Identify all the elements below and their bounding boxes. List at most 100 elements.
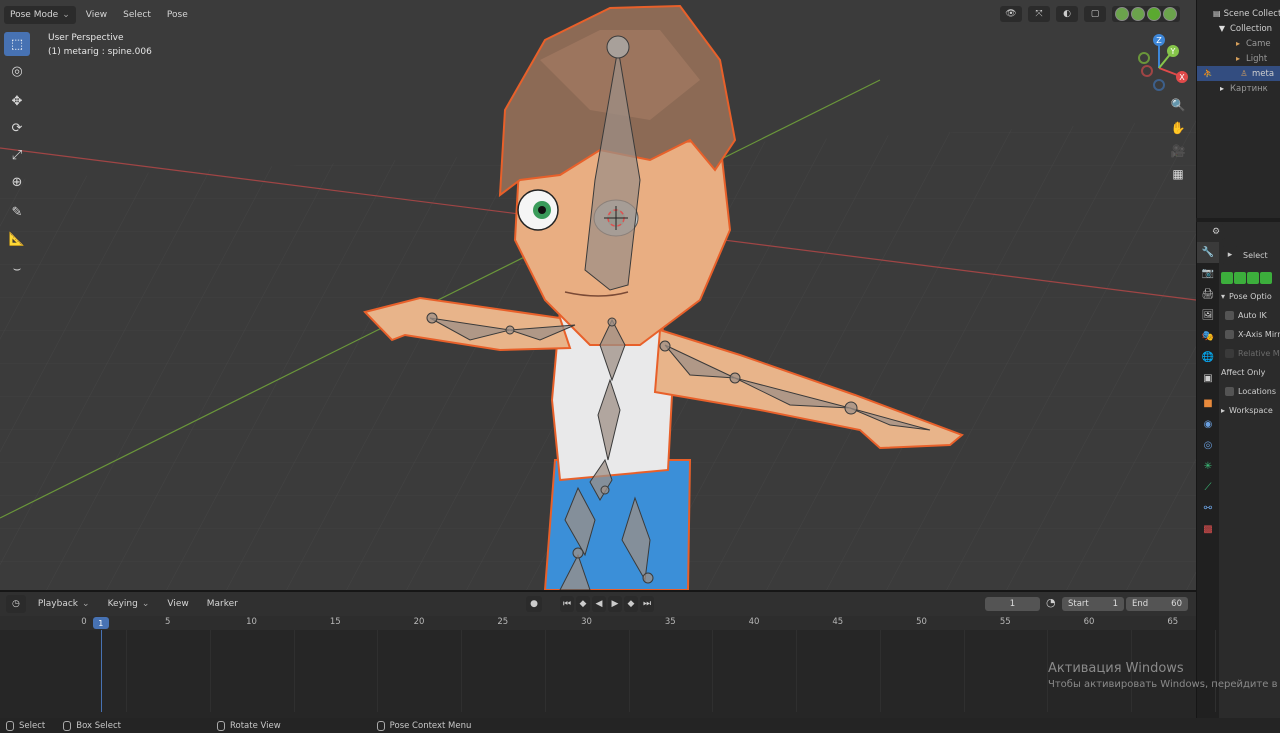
record-icon[interactable]: ● [526, 596, 542, 612]
camera-view-icon[interactable]: 🎥 [1167, 140, 1189, 162]
modifiers-tab-icon[interactable]: ◉ [1197, 414, 1219, 435]
frame-grid-line [461, 630, 462, 712]
frame-tick-label: 30 [581, 617, 592, 627]
relax-icon[interactable]: ⌣ [4, 257, 30, 281]
editor-type-icon[interactable]: ⚙ [1207, 224, 1225, 240]
move-icon[interactable]: ✥ [4, 89, 30, 113]
select-box-icon[interactable]: ⬚ [4, 32, 30, 56]
locations-checkbox[interactable]: Locations [1221, 382, 1280, 401]
outliner-row-images[interactable]: ▸ Картинк [1197, 81, 1280, 96]
xray-icon[interactable]: ▢ [1084, 6, 1106, 22]
end-frame-field[interactable]: End 60 [1126, 597, 1188, 611]
overlay-toggle-icon[interactable]: ◐ [1056, 6, 1078, 22]
prev-keyframe-icon[interactable]: ◆ [576, 596, 590, 612]
outliner-row-label: meta [1252, 68, 1275, 79]
wireframe-shading-icon[interactable] [1115, 7, 1129, 21]
measure-icon[interactable]: 📐 [4, 227, 30, 251]
auto-ik-checkbox[interactable]: Auto IK [1221, 306, 1280, 325]
outliner-row-metarig[interactable]: ⛹ ♙ meta [1197, 66, 1280, 81]
physics-tab-icon[interactable]: ◎ [1197, 435, 1219, 456]
output-tab-icon[interactable]: 🖨 [1197, 284, 1219, 305]
annotate-icon[interactable]: ✎ [4, 200, 30, 224]
frame-tick-label: 5 [165, 617, 171, 627]
object-tab-icon[interactable]: ■ [1197, 393, 1219, 414]
render-tab-icon[interactable]: 📷 [1197, 263, 1219, 284]
playhead[interactable] [100, 630, 102, 712]
rendered-shading-icon[interactable] [1163, 7, 1177, 21]
outliner-row-scene-collection[interactable]: ▤ Scene Collect [1197, 6, 1280, 21]
navigation-gizmo[interactable]: Z X Y [1124, 30, 1194, 100]
start-frame-field[interactable]: Start 1 [1062, 597, 1124, 611]
jump-end-icon[interactable]: ⏭ [640, 596, 654, 612]
menu-playback[interactable]: Playback [32, 595, 96, 613]
jump-start-icon[interactable]: ⏮ [560, 596, 574, 612]
current-frame-field[interactable]: 1 [985, 597, 1040, 611]
visibility-icon[interactable]: 👁 [1000, 6, 1022, 22]
menu-select[interactable]: Select [117, 6, 157, 24]
outliner-row-camera[interactable]: ▸ Came [1197, 36, 1280, 51]
frame-tick-label: 20 [413, 617, 425, 627]
world-tab-icon[interactable]: 🌐 [1197, 347, 1219, 368]
current-frame-indicator[interactable]: 1 [92, 617, 109, 629]
menu-view[interactable]: View [80, 6, 113, 24]
outliner-row-light[interactable]: ▸ Light [1197, 51, 1280, 66]
properties-panel: ⚙ 🔧 📷 🖨 🖼 🎭 🌐 ▣ ■ ◉ ◎ ✳ ⟋ ⚯ ▩ ▸ Select ▾… [1196, 222, 1280, 733]
select-tool-icon[interactable]: ▸ [1221, 246, 1239, 264]
outliner-row-label: Картинк [1230, 83, 1268, 94]
cursor-icon[interactable]: ◎ [4, 59, 30, 83]
select-extend-icon[interactable] [1234, 271, 1246, 284]
scale-icon[interactable]: ⤢ [4, 143, 30, 167]
active-bone-name: (1) metarig : spine.006 [48, 47, 152, 57]
pose-options-label: Pose Optio [1229, 292, 1272, 301]
texture-tab-icon[interactable]: ▩ [1197, 519, 1219, 540]
3d-viewport[interactable]: User Perspective (1) metarig : spine.006… [0, 0, 1196, 590]
relative-mirror-checkbox[interactable]: Relative Mi [1221, 344, 1280, 363]
menu-view[interactable]: View [161, 595, 194, 613]
viewport-header-right: 👁 ⤧ ◐ ▢ [1000, 6, 1180, 22]
select-new-icon[interactable] [1221, 271, 1233, 284]
material-shading-icon[interactable] [1147, 7, 1161, 21]
solid-shading-icon[interactable] [1131, 7, 1145, 21]
frame-ruler[interactable]: 0 5 10 15 20 25 30 35 40 45 50 55 60 65 1 [0, 616, 1196, 630]
collection-tab-icon[interactable]: ▣ [1197, 368, 1219, 389]
workspace-label: Workspace [1229, 406, 1273, 415]
menu-keying[interactable]: Keying [102, 595, 156, 613]
gizmo-toggle-icon[interactable]: ⤧ [1028, 6, 1050, 22]
status-rotate-view: Rotate View [216, 720, 281, 731]
x-axis-mirror-checkbox[interactable]: X-Axis Mirro [1221, 325, 1280, 344]
pose-options-header[interactable]: ▾ Pose Optio [1221, 287, 1280, 306]
perspective-grid-icon[interactable]: ▦ [1167, 163, 1189, 185]
transform-icon[interactable]: ⊕ [4, 170, 30, 194]
timeline-editor-type-icon[interactable]: ◷ [6, 595, 26, 613]
tool-tab-icon[interactable]: 🔧 [1197, 242, 1219, 263]
select-subtract-icon[interactable] [1247, 271, 1259, 284]
bone-tab-icon[interactable]: ⟋ [1197, 477, 1219, 498]
menu-marker[interactable]: Marker [201, 595, 244, 613]
frame-grid-line [209, 630, 211, 712]
navigation-buttons: 🔍 ✋ 🎥 ▦ [1167, 94, 1189, 186]
windows-activation-watermark: Активация Windows Чтобы активировать Win… [1048, 661, 1277, 690]
frame-grid-line [293, 630, 295, 712]
view-layer-tab-icon[interactable]: 🖼 [1197, 305, 1219, 326]
play-icon[interactable]: ▶ [608, 596, 622, 612]
clock-icon[interactable]: ◔ [1046, 596, 1056, 609]
frame-tick-label: 15 [329, 617, 341, 627]
camera-icon: ▸ [1235, 39, 1240, 48]
play-reverse-icon[interactable]: ◀ [592, 596, 606, 612]
zoom-icon[interactable]: 🔍 [1167, 94, 1189, 116]
mode-selector[interactable]: Pose Mode [4, 6, 76, 24]
scene-tab-icon[interactable]: 🎭 [1197, 326, 1219, 347]
active-tool-row: ▸ Select [1221, 242, 1280, 268]
workspace-header[interactable]: ▸ Workspace [1221, 401, 1280, 420]
status-pose-context-menu: Pose Context Menu [376, 720, 471, 731]
pan-hand-icon[interactable]: ✋ [1167, 117, 1189, 139]
timeline-body[interactable] [0, 630, 1216, 712]
object-data-tab-icon[interactable]: ✳ [1197, 456, 1219, 477]
next-keyframe-icon[interactable]: ◆ [624, 596, 638, 612]
status-rotate-view-label: Rotate View [229, 720, 281, 731]
rotate-icon[interactable]: ⟳ [4, 116, 30, 140]
menu-pose[interactable]: Pose [161, 6, 194, 24]
select-invert-icon[interactable] [1260, 271, 1272, 284]
outliner-row-collection[interactable]: ▼ Collection [1197, 21, 1280, 36]
constraint-tab-icon[interactable]: ⚯ [1197, 498, 1219, 519]
